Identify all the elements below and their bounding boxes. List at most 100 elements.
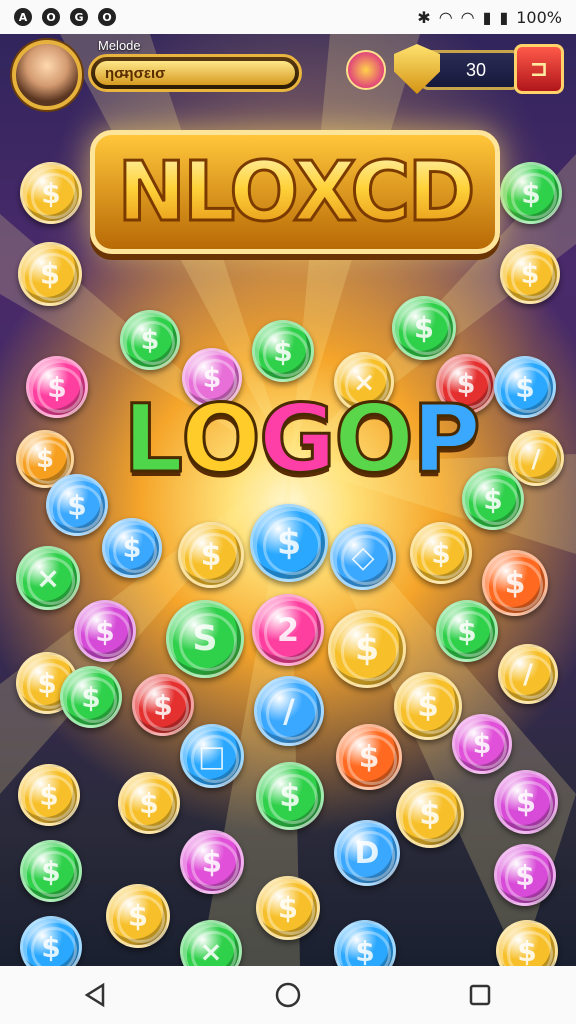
coin-36[interactable]: $	[336, 724, 402, 790]
coin-35[interactable]: □	[180, 724, 244, 788]
coin-glyph: $	[201, 845, 223, 879]
coin-5[interactable]: $	[120, 310, 180, 370]
game-screen[interactable]: Melode ησ̶ησεισ 30 ⊐ NLOXCD L O G O P $ $…	[0, 34, 576, 966]
coin-glyph: $	[521, 176, 541, 210]
coin-26[interactable]: 2	[252, 594, 324, 666]
coin-50[interactable]: $	[256, 876, 320, 940]
coin-18[interactable]: $	[250, 504, 328, 582]
coin-37[interactable]: $	[452, 714, 512, 774]
coin-glyph: $	[41, 930, 61, 964]
coin-glyph: $	[520, 258, 540, 290]
coin-9[interactable]: $	[392, 296, 456, 360]
coin-glyph: $	[472, 728, 492, 760]
coin-glyph: $	[517, 934, 537, 967]
hud: Melode ησ̶ησεισ 30 ⊐	[0, 34, 576, 114]
coin-30[interactable]: $	[60, 666, 122, 728]
battery-icon: ▮	[499, 7, 509, 27]
coin-16[interactable]: $	[102, 518, 162, 578]
coin-10[interactable]: $	[26, 356, 88, 418]
coin-2[interactable]: $	[500, 162, 562, 224]
coin-34[interactable]: /	[498, 644, 558, 704]
coin-23[interactable]: $	[482, 550, 548, 616]
coin-glyph: $	[127, 899, 149, 933]
coin-33[interactable]: $	[394, 672, 462, 740]
wifi-icon: ◠	[438, 7, 453, 27]
coin-45[interactable]: D	[334, 820, 400, 886]
coin-glyph: $	[417, 688, 439, 724]
xp-bar: ησ̶ησεισ	[88, 54, 302, 92]
coin-39[interactable]: $	[118, 772, 180, 834]
coin-0[interactable]: $	[20, 162, 82, 224]
coin-25[interactable]: S	[166, 600, 244, 678]
coin-15[interactable]: /	[508, 430, 564, 486]
coin-glyph: /	[531, 443, 541, 473]
battery-percent: 100%	[516, 7, 562, 27]
coin-glyph: $	[37, 666, 57, 700]
coin-17[interactable]: $	[178, 522, 244, 588]
coin-20[interactable]: $	[410, 522, 472, 584]
home-button[interactable]	[264, 975, 312, 1015]
coin-glyph: 2	[276, 611, 300, 649]
coin-40[interactable]: $	[256, 762, 324, 830]
coin-glyph: $	[47, 370, 67, 404]
coin-glyph: $	[515, 785, 537, 819]
coin-19[interactable]: ◇	[330, 524, 396, 590]
coin-glyph: $	[67, 488, 87, 522]
coin-glyph: $	[355, 934, 375, 967]
coin-glyph: $	[413, 311, 435, 345]
coin-count: 30	[465, 59, 487, 80]
coin-glyph: $	[273, 334, 293, 368]
bag-icon[interactable]	[346, 50, 386, 90]
coin-24[interactable]: $	[74, 600, 136, 662]
android-nav-bar	[0, 966, 576, 1024]
coin-glyph: $	[354, 629, 380, 669]
coin-glyph: S	[192, 619, 218, 659]
coin-glyph: $	[81, 680, 101, 714]
subtitle-letter: O	[333, 383, 416, 495]
coin-glyph: $	[515, 370, 535, 404]
coin-32[interactable]: /	[254, 676, 324, 746]
coin-43[interactable]: $	[20, 840, 82, 902]
coin-28[interactable]: $	[436, 600, 498, 662]
subtitle-letter: O	[180, 383, 263, 495]
subtitle-letter: G	[257, 383, 337, 495]
coin-1[interactable]: $	[18, 242, 82, 306]
coin-glyph: $	[276, 523, 302, 563]
coin-glyph: $	[95, 614, 115, 648]
coin-glyph: $	[419, 796, 441, 832]
coin-22[interactable]: ×	[16, 546, 80, 610]
recents-button[interactable]	[456, 975, 504, 1015]
wifi-icon: ◠	[460, 7, 475, 27]
coin-41[interactable]: $	[396, 780, 464, 848]
coin-glyph: $	[279, 778, 301, 814]
player-avatar[interactable]	[12, 40, 82, 110]
coin-glyph: ×	[35, 561, 61, 595]
coin-7[interactable]: $	[252, 320, 314, 382]
status-bar: A O G O ✱ ◠ ◠ ▮ ▮ 100%	[0, 0, 576, 34]
app-icon: A	[14, 8, 32, 26]
coin-27[interactable]: $	[328, 610, 406, 688]
coin-31[interactable]: $	[132, 674, 194, 736]
bluetooth-icon: ✱	[417, 7, 431, 27]
game-title: NLOXCD	[90, 130, 500, 254]
shop-icon: ⊐	[529, 56, 549, 82]
coin-48[interactable]: $	[106, 884, 170, 948]
back-button[interactable]	[72, 975, 120, 1015]
coin-12[interactable]: $	[494, 356, 556, 418]
coin-glyph: $	[515, 858, 535, 892]
shop-button[interactable]: ⊐	[514, 44, 564, 94]
coin-glyph: $	[504, 565, 526, 601]
signal-icon: ▮	[482, 7, 492, 27]
subtitle-logo: L O G O P	[110, 383, 490, 495]
coin-46[interactable]: $	[494, 844, 556, 906]
coin-glyph: $	[431, 536, 451, 570]
coin-38[interactable]: $	[18, 764, 80, 826]
player-name: Melode	[98, 38, 141, 53]
coin-42[interactable]: $	[494, 770, 558, 834]
coin-44[interactable]: $	[180, 830, 244, 894]
recents-icon	[469, 984, 491, 1006]
coin-14[interactable]: $	[46, 474, 108, 536]
coin-4[interactable]: $	[500, 244, 560, 304]
subtitle-letter: L	[122, 383, 185, 495]
game-title-text: NLOXCD	[116, 143, 477, 241]
